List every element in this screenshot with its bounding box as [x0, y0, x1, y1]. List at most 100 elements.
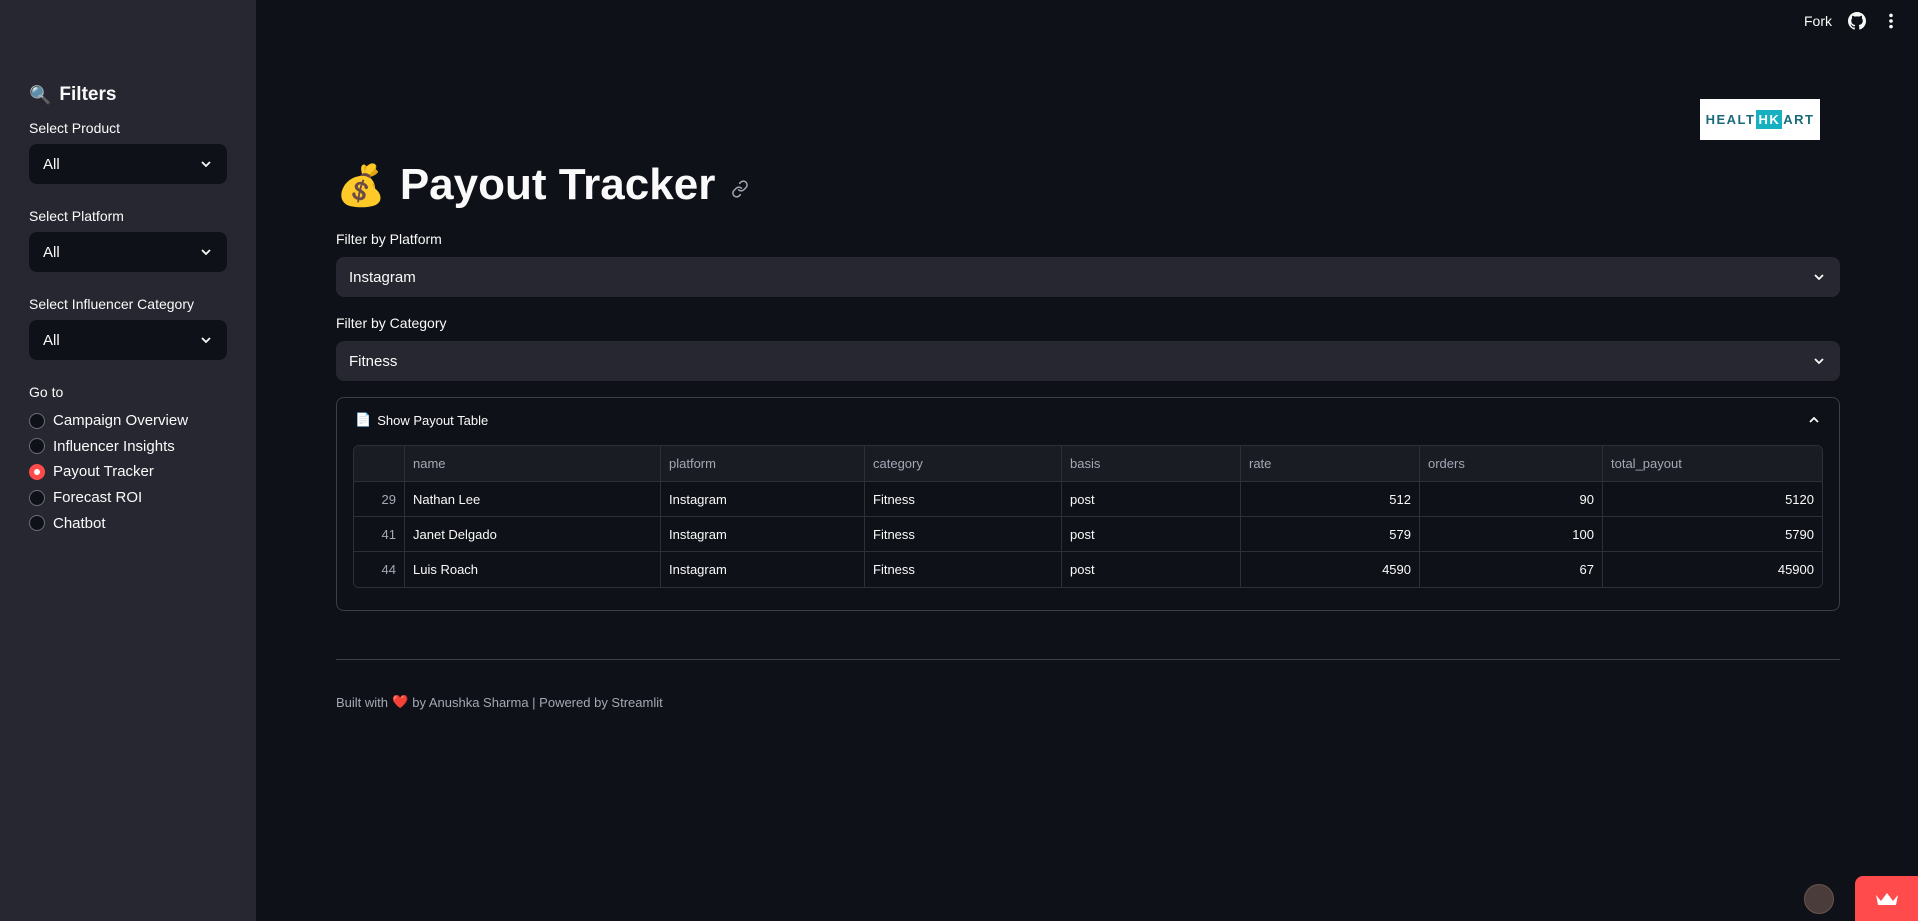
sidebar-title-text: Filters [59, 84, 117, 105]
streamlit-badge-button[interactable] [1855, 876, 1918, 921]
goto-label: Go to [29, 384, 64, 400]
chevron-down-icon [201, 161, 211, 168]
table-cell[interactable]: Fitness [865, 552, 1062, 587]
table-cell[interactable]: Instagram [661, 517, 865, 551]
table-header-row: name platform category basis rate orders… [354, 446, 1822, 482]
nav-label: Campaign Overview [53, 412, 189, 430]
select-product-dropdown[interactable]: All [29, 144, 227, 184]
nav-chatbot[interactable]: Chatbot [29, 510, 227, 536]
table-cell[interactable]: Fitness [865, 482, 1062, 516]
table-cell[interactable]: Luis Roach [405, 552, 661, 587]
filter-platform-dropdown[interactable]: Instagram [336, 257, 1840, 297]
column-header[interactable]: platform [661, 446, 865, 481]
nav-forecast-roi[interactable]: Forecast ROI [29, 485, 227, 511]
radio-button[interactable] [29, 412, 45, 429]
filter-category-dropdown[interactable]: Fitness [336, 341, 1840, 381]
fork-button[interactable]: Fork [1804, 13, 1832, 29]
chevron-down-icon [201, 337, 211, 344]
sidebar-title: 🔍 Filters [29, 84, 227, 106]
table-cell[interactable]: Fitness [865, 517, 1062, 551]
nav-payout-tracker[interactable]: Payout Tracker [29, 459, 227, 485]
nav-label: Payout Tracker [53, 463, 154, 481]
radio-button[interactable] [29, 489, 45, 506]
table-cell[interactable]: 4590 [1241, 552, 1420, 587]
column-header[interactable]: category [865, 446, 1062, 481]
github-icon[interactable] [1848, 12, 1866, 30]
table-cell-index[interactable]: 44 [354, 552, 405, 587]
table-cell[interactable]: 45900 [1603, 552, 1822, 587]
nav-campaign-overview[interactable]: Campaign Overview [29, 408, 227, 434]
expander-header[interactable]: 📄 Show Payout Table [337, 398, 1839, 442]
column-header[interactable]: rate [1241, 446, 1420, 481]
avatar[interactable] [1804, 884, 1834, 914]
select-platform-label: Select Platform [29, 208, 124, 224]
money-bag-icon: 💰 [336, 163, 386, 208]
chevron-down-icon [1814, 274, 1824, 281]
table-cell[interactable]: post [1062, 552, 1241, 587]
nav-label: Chatbot [53, 514, 106, 532]
table-cell[interactable]: post [1062, 517, 1241, 551]
radio-button[interactable] [29, 515, 45, 532]
table-cell[interactable]: 5790 [1603, 517, 1822, 551]
table-cell[interactable]: Janet Delgado [405, 517, 661, 551]
table-cell-index[interactable]: 41 [354, 517, 405, 551]
chevron-down-icon [201, 249, 211, 256]
divider [336, 659, 1840, 660]
crown-icon [1875, 892, 1898, 905]
select-category-dropdown[interactable]: All [29, 320, 227, 360]
payout-table-expander: 📄 Show Payout Table name platform catego… [336, 397, 1840, 611]
column-header[interactable]: basis [1062, 446, 1241, 481]
filter-platform-label: Filter by Platform [336, 231, 442, 247]
column-header[interactable] [354, 446, 405, 481]
nav-radio-group: Campaign Overview Influencer Insights Pa… [29, 408, 227, 536]
healthkart-logo: HEALT HK ART [1700, 99, 1820, 140]
table-row: 29 Nathan Lee Instagram Fitness post 512… [354, 482, 1822, 517]
table-cell[interactable]: Nathan Lee [405, 482, 661, 516]
radio-button-selected[interactable] [29, 463, 45, 480]
link-icon[interactable] [731, 180, 749, 198]
table-cell[interactable]: 512 [1241, 482, 1420, 516]
column-header[interactable]: total_payout [1603, 446, 1822, 481]
select-product-label: Select Product [29, 120, 121, 136]
table-cell[interactable]: post [1062, 482, 1241, 516]
table-cell[interactable]: 90 [1420, 482, 1603, 516]
document-icon: 📄 [355, 412, 372, 427]
logo-text-right: ART [1783, 112, 1815, 127]
table-cell[interactable]: 579 [1241, 517, 1420, 551]
table-cell[interactable]: 100 [1420, 517, 1603, 551]
table-cell-index[interactable]: 29 [354, 482, 405, 516]
page-title: 💰 Payout Tracker [336, 160, 749, 210]
table-cell[interactable]: 5120 [1603, 482, 1822, 516]
radio-button[interactable] [29, 438, 45, 455]
select-product-value: All [43, 155, 60, 173]
chevron-down-icon [1814, 358, 1824, 365]
top-toolbar: Fork [1804, 12, 1900, 30]
footer-suffix: by Anushka Sharma | Powered by Streamlit [412, 694, 663, 710]
select-platform-value: All [43, 243, 60, 261]
nav-label: Forecast ROI [53, 489, 143, 507]
footer: Built with ❤️ by Anushka Sharma | Powere… [336, 694, 663, 710]
magnifier-icon: 🔍 [29, 84, 52, 105]
logo-text-highlight: HK [1756, 110, 1783, 129]
column-header[interactable]: name [405, 446, 661, 481]
nav-label: Influencer Insights [53, 437, 175, 455]
select-category-value: All [43, 331, 60, 349]
nav-influencer-insights[interactable]: Influencer Insights [29, 434, 227, 460]
footer-prefix: Built with [336, 694, 389, 710]
heart-icon: ❤️ [392, 694, 409, 709]
table-row: 44 Luis Roach Instagram Fitness post 459… [354, 552, 1822, 587]
kebab-menu-icon[interactable] [1882, 12, 1900, 30]
sidebar: 🔍 Filters Select Product All Select Plat… [0, 0, 256, 921]
select-platform-dropdown[interactable]: All [29, 232, 227, 272]
expander-label: Show Payout Table [377, 412, 489, 428]
payout-table[interactable]: name platform category basis rate orders… [353, 445, 1823, 588]
select-category-label: Select Influencer Category [29, 296, 194, 312]
filter-category-label: Filter by Category [336, 315, 447, 331]
page-title-text: Payout Tracker [399, 160, 716, 209]
table-cell[interactable]: Instagram [661, 482, 865, 516]
column-header[interactable]: orders [1420, 446, 1603, 481]
filter-platform-value: Instagram [349, 268, 416, 286]
table-cell[interactable]: 67 [1420, 552, 1603, 587]
chevron-up-icon[interactable] [1807, 413, 1821, 427]
table-cell[interactable]: Instagram [661, 552, 865, 587]
